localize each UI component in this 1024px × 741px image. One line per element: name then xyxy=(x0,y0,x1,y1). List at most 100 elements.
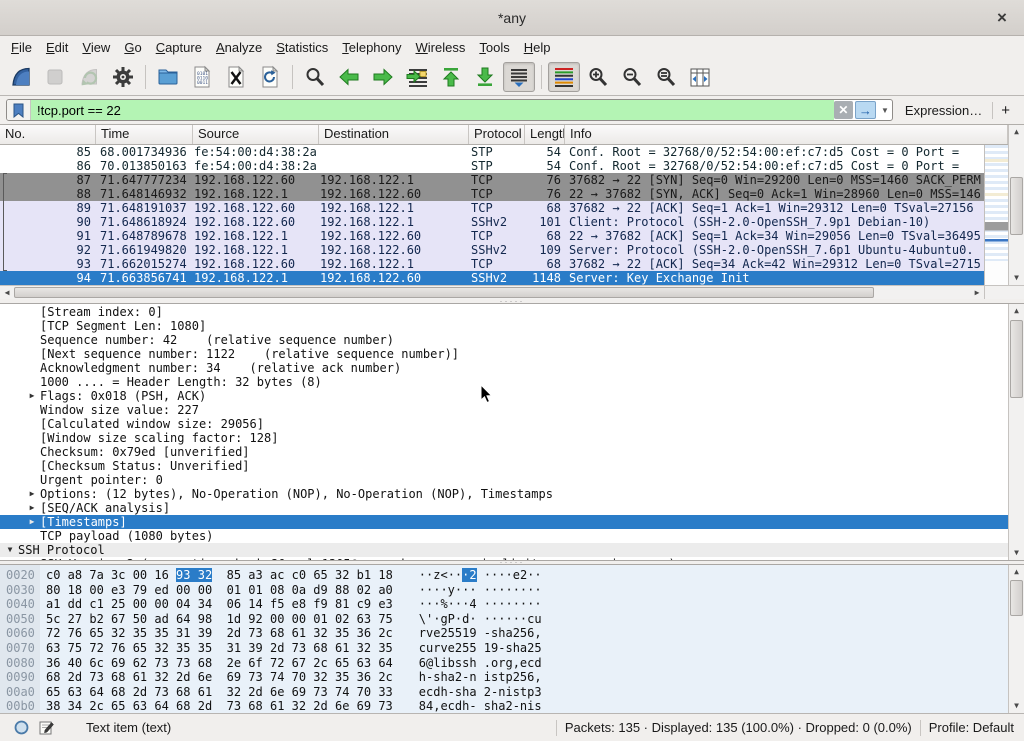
filter-add-button[interactable]: + xyxy=(992,102,1018,119)
expander-icon[interactable]: ▶ xyxy=(24,515,40,529)
expander-icon[interactable]: ▶ xyxy=(24,389,40,403)
details-vscrollbar[interactable]: ▲ ▼ xyxy=(1008,304,1024,560)
detail-tree-row[interactable]: [TCP Segment Len: 1080] xyxy=(0,319,1008,333)
menu-help[interactable]: Help xyxy=(517,38,558,57)
resize-columns-button[interactable] xyxy=(684,62,716,92)
menu-edit[interactable]: Edit xyxy=(39,38,75,57)
menu-view[interactable]: View xyxy=(75,38,117,57)
detail-tree-row[interactable]: ▶ [Timestamps] xyxy=(0,515,1008,529)
save-file-button[interactable]: 010101100011 xyxy=(186,62,218,92)
detail-tree-row[interactable]: Window size value: 227 xyxy=(0,403,1008,417)
detail-tree-row[interactable]: Checksum: 0x79ed [unverified] xyxy=(0,445,1008,459)
menu-go[interactable]: Go xyxy=(117,38,148,57)
scroll-thumb[interactable] xyxy=(14,287,874,298)
find-packet-button[interactable] xyxy=(299,62,331,92)
packet-row[interactable]: 93 71.662015274 192.168.122.60 192.168.1… xyxy=(0,257,984,271)
status-profile[interactable]: Profile: Default xyxy=(929,720,1014,735)
column-header-protocol[interactable]: Protocol xyxy=(469,125,525,144)
go-to-packet-button[interactable] xyxy=(401,62,433,92)
close-file-button[interactable] xyxy=(220,62,252,92)
expert-info-icon[interactable] xyxy=(14,720,29,735)
packet-list-hscrollbar[interactable]: ◀ ▶ xyxy=(0,285,984,299)
scroll-thumb[interactable] xyxy=(1010,177,1023,235)
column-header-time[interactable]: Time xyxy=(96,125,193,144)
expander-icon[interactable]: ▶ xyxy=(24,487,40,501)
detail-tree-row[interactable]: ▶ Flags: 0x018 (PSH, ACK) xyxy=(0,389,1008,403)
filter-bookmark-button[interactable] xyxy=(7,100,31,120)
restart-capture-button[interactable] xyxy=(73,62,105,92)
packet-row[interactable]: 91 71.648789678 192.168.122.1 192.168.12… xyxy=(0,229,984,243)
go-back-button[interactable] xyxy=(333,62,365,92)
detail-tree-row[interactable]: ▶ [SEQ/ACK analysis] xyxy=(0,501,1008,515)
packet-row[interactable]: 90 71.648618924 192.168.122.60 192.168.1… xyxy=(0,215,984,229)
column-header-source[interactable]: Source xyxy=(193,125,319,144)
hex-dump-row[interactable]: 0080 36 40 6c 69 62 73 73 68 2e 6f 72 67… xyxy=(0,656,1008,671)
menu-statistics[interactable]: Statistics xyxy=(269,38,335,57)
start-capture-button[interactable] xyxy=(5,62,37,92)
go-forward-button[interactable] xyxy=(367,62,399,92)
scroll-up-arrow-icon[interactable]: ▲ xyxy=(1009,125,1024,139)
detail-tree-row[interactable]: ▼ SSH Protocol xyxy=(0,543,1008,557)
hex-dump-row[interactable]: 0070 63 75 72 76 65 32 35 35 31 39 2d 73… xyxy=(0,641,1008,656)
detail-tree-row[interactable]: ▶ Options: (12 bytes), No-Operation (NOP… xyxy=(0,487,1008,501)
zoom-in-button[interactable] xyxy=(582,62,614,92)
scroll-right-arrow-icon[interactable]: ▶ xyxy=(970,286,984,299)
scroll-down-arrow-icon[interactable]: ▼ xyxy=(1009,546,1024,560)
filter-dropdown-caret-icon[interactable]: ▼ xyxy=(878,106,892,115)
filter-clear-button[interactable]: ✕ xyxy=(834,101,853,119)
detail-tree-row[interactable]: [Checksum Status: Unverified] xyxy=(0,459,1008,473)
bytes-vscrollbar[interactable]: ▲ ▼ xyxy=(1008,565,1024,713)
zoom-reset-button[interactable] xyxy=(650,62,682,92)
detail-tree-row[interactable]: TCP payload (1080 bytes) xyxy=(0,529,1008,543)
hex-dump-row[interactable]: 0060 72 76 65 32 35 35 31 39 2d 73 68 61… xyxy=(0,626,1008,641)
scroll-down-arrow-icon[interactable]: ▼ xyxy=(1009,699,1024,713)
expander-icon[interactable]: ▼ xyxy=(2,543,18,557)
zoom-out-button[interactable] xyxy=(616,62,648,92)
hex-dump-row[interactable]: 0030 80 18 00 e3 79 ed 00 00 01 01 08 0a… xyxy=(0,583,1008,598)
detail-tree-row[interactable]: Urgent pointer: 0 xyxy=(0,473,1008,487)
detail-tree-row[interactable]: [Next sequence number: 1122 (relative se… xyxy=(0,347,1008,361)
stop-capture-button[interactable] xyxy=(39,62,71,92)
go-to-top-button[interactable] xyxy=(435,62,467,92)
hex-dump-row[interactable]: 0050 5c 27 b2 67 50 ad 64 98 1d 92 00 00… xyxy=(0,612,1008,627)
display-filter-input[interactable]: !tcp.port == 22 xyxy=(31,100,834,120)
detail-tree-row[interactable]: 1000 .... = Header Length: 32 bytes (8) xyxy=(0,375,1008,389)
column-header-length[interactable]: Length xyxy=(525,125,565,144)
packet-row[interactable]: 86 70.013850163 fe:54:00:d4:38:2a STP 54… xyxy=(0,159,984,173)
menu-capture[interactable]: Capture xyxy=(149,38,209,57)
capture-comment-icon[interactable] xyxy=(39,720,54,735)
scroll-up-arrow-icon[interactable]: ▲ xyxy=(1009,304,1024,318)
hex-dump-row[interactable]: 00b0 38 34 2c 65 63 64 68 2d 73 68 61 32… xyxy=(0,699,1008,713)
detail-tree-row[interactable]: [Stream index: 0] xyxy=(0,305,1008,319)
menu-telephony[interactable]: Telephony xyxy=(335,38,408,57)
packet-row[interactable]: 89 71.648191037 192.168.122.60 192.168.1… xyxy=(0,201,984,215)
packet-row[interactable]: 88 71.648146932 192.168.122.1 192.168.12… xyxy=(0,187,984,201)
close-icon[interactable]: × xyxy=(992,8,1012,28)
expression-button[interactable]: Expression… xyxy=(905,103,982,118)
detail-tree-row[interactable]: Sequence number: 42 (relative sequence n… xyxy=(0,333,1008,347)
scroll-down-arrow-icon[interactable]: ▼ xyxy=(1009,271,1024,285)
menu-wireless[interactable]: Wireless xyxy=(409,38,473,57)
auto-scroll-toggle[interactable] xyxy=(503,62,535,92)
packet-list-vscrollbar[interactable]: ▲ ▼ xyxy=(1008,125,1024,285)
scroll-up-arrow-icon[interactable]: ▲ xyxy=(1009,565,1024,579)
hex-dump-row[interactable]: 0090 68 2d 73 68 61 32 2d 6e 69 73 74 70… xyxy=(0,670,1008,685)
scroll-thumb[interactable] xyxy=(1010,580,1023,616)
menu-file[interactable]: File xyxy=(4,38,39,57)
hex-dump-row[interactable]: 0020 c0 a8 7a 3c 00 16 93 32 85 a3 ac c0… xyxy=(0,568,1008,583)
hex-dump-row[interactable]: 00a0 65 63 64 68 2d 73 68 61 32 2d 6e 69… xyxy=(0,685,1008,700)
colorize-toggle[interactable] xyxy=(548,62,580,92)
scroll-thumb[interactable] xyxy=(1010,320,1023,398)
capture-options-button[interactable] xyxy=(107,62,139,92)
expander-icon[interactable]: ▶ xyxy=(24,501,40,515)
go-to-bottom-button[interactable] xyxy=(469,62,501,92)
detail-tree-row[interactable]: [Calculated window size: 29056] xyxy=(0,417,1008,431)
packet-row[interactable]: 92 71.661949820 192.168.122.1 192.168.12… xyxy=(0,243,984,257)
menu-tools[interactable]: Tools xyxy=(472,38,516,57)
packet-row[interactable]: 94 71.663856741 192.168.122.1 192.168.12… xyxy=(0,271,984,285)
packet-row[interactable]: 87 71.647777234 192.168.122.60 192.168.1… xyxy=(0,173,984,187)
detail-tree-row[interactable]: Acknowledgment number: 34 (relative ack … xyxy=(0,361,1008,375)
reload-file-button[interactable] xyxy=(254,62,286,92)
intelligent-scrollbar-map[interactable] xyxy=(984,145,1008,285)
detail-tree-row[interactable]: [Window size scaling factor: 128] xyxy=(0,431,1008,445)
